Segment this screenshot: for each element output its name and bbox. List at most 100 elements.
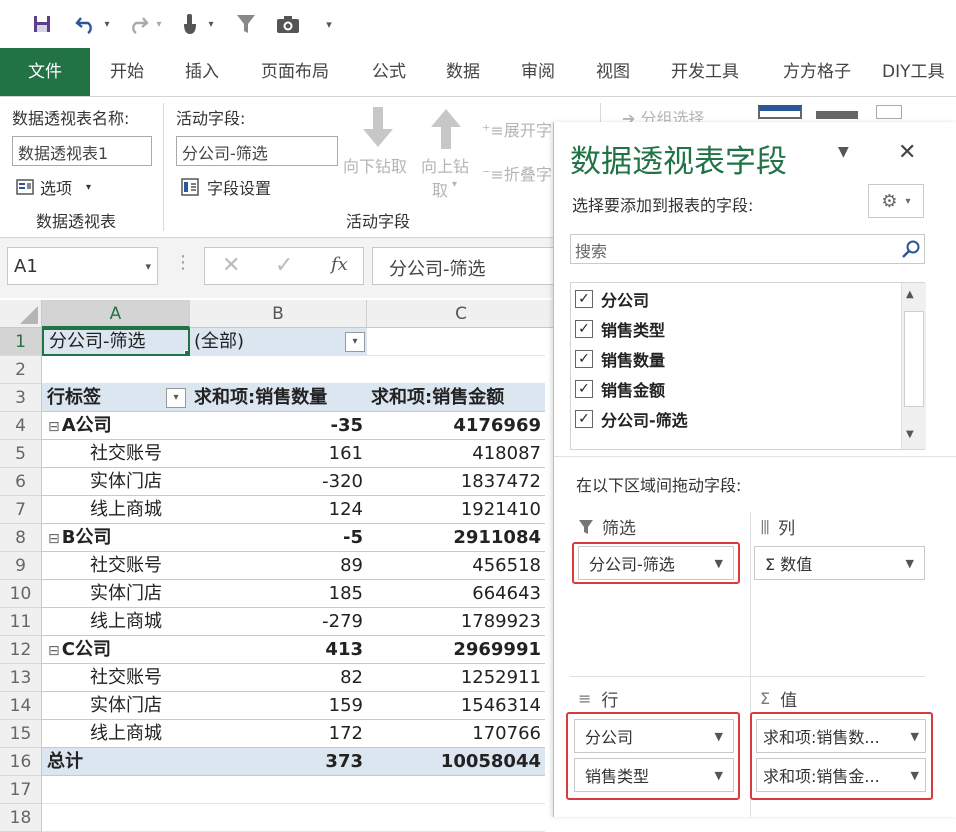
select-all-corner[interactable]	[0, 300, 42, 328]
camera-icon[interactable]	[274, 10, 302, 38]
field-item[interactable]: ✓ 销售金额	[575, 375, 665, 403]
row-header[interactable]: 15	[0, 720, 42, 748]
cell-b[interactable]: -279	[190, 608, 367, 636]
cell-c[interactable]: 1789923	[367, 608, 545, 636]
cell-c[interactable]: 1921410	[367, 496, 545, 524]
tab-file[interactable]: 文件	[0, 48, 90, 96]
row-header[interactable]: 10	[0, 580, 42, 608]
cell-a[interactable]: 行标签 ▾	[42, 384, 190, 412]
cell-a[interactable]: 社交账号	[42, 552, 190, 580]
row-item-2[interactable]: 销售类型 ▼	[574, 758, 734, 792]
pivot-name-input[interactable]: 数据透视表1	[12, 136, 152, 166]
cell-a[interactable]: ⊟ C公司	[42, 636, 190, 664]
cell-a[interactable]: 线上商城	[42, 496, 190, 524]
chevron-down-icon[interactable]: ▼	[911, 730, 919, 743]
chevron-down-icon[interactable]: ▼	[715, 557, 723, 570]
scrollbar-thumb[interactable]	[904, 311, 924, 407]
cell-c[interactable]	[367, 804, 545, 832]
field-checkbox[interactable]: ✓	[575, 380, 593, 398]
show-icon[interactable]	[876, 105, 902, 119]
field-list-scrollbar[interactable]: ▲ ▼	[901, 283, 926, 449]
pane-settings-button[interactable]: ⚙ ▾	[868, 184, 924, 218]
cell-a[interactable]	[42, 804, 190, 832]
cell-b[interactable]	[190, 804, 367, 832]
touch-mode-icon[interactable]	[176, 10, 204, 38]
cell-b[interactable]	[190, 356, 367, 384]
column-header-a[interactable]: A	[42, 300, 190, 328]
cell-a[interactable]: 实体门店	[42, 580, 190, 608]
row-header[interactable]: 17	[0, 776, 42, 804]
cell-c[interactable]: 664643	[367, 580, 545, 608]
cell-b[interactable]: 求和项:销售数量	[190, 384, 367, 412]
cell-a[interactable]: 分公司-筛选	[42, 328, 190, 356]
cell-b[interactable]: 185	[190, 580, 367, 608]
cell-c[interactable]: 求和项:销售金额	[367, 384, 545, 412]
row-labels-filter-dropdown-icon[interactable]: ▾	[166, 388, 186, 408]
chevron-down-icon[interactable]: ▼	[906, 557, 914, 570]
column-header-c[interactable]: C	[367, 300, 556, 328]
cell-b[interactable]	[190, 776, 367, 804]
column-item[interactable]: Σ 数值 ▼	[754, 546, 925, 580]
redo-dropdown-icon[interactable]: ▾	[152, 10, 166, 38]
cell-c[interactable]: 1546314	[367, 692, 545, 720]
row-header[interactable]: 11	[0, 608, 42, 636]
cell-c[interactable]	[367, 356, 545, 384]
cell-c[interactable]: 1837472	[367, 468, 545, 496]
field-search-box[interactable]: 搜索	[570, 234, 925, 264]
chevron-down-icon[interactable]: ▼	[715, 730, 723, 743]
customize-qat-icon[interactable]: ▾	[322, 10, 336, 38]
report-filter-dropdown-icon[interactable]: ▾	[345, 332, 365, 352]
search-input[interactable]: 搜索	[575, 238, 607, 262]
field-settings-button[interactable]: 字段设置	[181, 175, 271, 199]
row-header[interactable]: 16	[0, 748, 42, 776]
cell-c[interactable]: 418087	[367, 440, 545, 468]
cell-a[interactable]: 线上商城	[42, 608, 190, 636]
tab-diy-tools[interactable]: DIY工具	[882, 48, 956, 96]
tab-review[interactable]: 审阅	[509, 48, 567, 96]
options-button[interactable]: 选项 ▾	[16, 175, 91, 199]
tab-view[interactable]: 视图	[584, 48, 642, 96]
row-item-1[interactable]: 分公司 ▼	[574, 719, 734, 753]
row-header[interactable]: 5	[0, 440, 42, 468]
cell-b[interactable]: -5	[190, 524, 367, 552]
cell-a[interactable]: ⊟ B公司	[42, 524, 190, 552]
value-item-2[interactable]: 求和项:销售金... ▼	[756, 758, 926, 792]
row-header[interactable]: 1	[0, 328, 42, 356]
cell-b[interactable]: 89	[190, 552, 367, 580]
filter-item[interactable]: 分公司-筛选 ▼	[578, 546, 734, 580]
tab-fangfang[interactable]: 方方格子	[770, 48, 864, 96]
undo-dropdown-icon[interactable]: ▾	[100, 10, 114, 38]
field-checkbox[interactable]: ✓	[575, 290, 593, 308]
scroll-down-icon[interactable]: ▼	[906, 429, 914, 440]
tab-page-layout[interactable]: 页面布局	[250, 48, 340, 96]
cell-c[interactable]: 10058044	[367, 748, 545, 776]
cell-c[interactable]: 2969991	[367, 636, 545, 664]
cell-c[interactable]: 2911084	[367, 524, 545, 552]
drill-up-label[interactable]: 向上钻	[421, 153, 469, 177]
cell-c[interactable]: 456518	[367, 552, 545, 580]
scroll-up-icon[interactable]: ▲	[906, 289, 914, 300]
cell-a[interactable]: 实体门店	[42, 468, 190, 496]
collapse-toggle-icon[interactable]: ⊟	[48, 419, 60, 435]
tab-developer[interactable]: 开发工具	[660, 48, 750, 96]
recommended-icon[interactable]	[816, 111, 858, 119]
field-item[interactable]: ✓ 销售类型	[575, 315, 665, 343]
cell-b[interactable]: (全部) ▾	[190, 328, 367, 356]
name-box[interactable]: A1 ▾	[7, 247, 158, 285]
value-item-1[interactable]: 求和项:销售数... ▼	[756, 719, 926, 753]
close-icon[interactable]: ✕	[898, 140, 916, 165]
name-box-dropdown-icon[interactable]: ▾	[145, 260, 151, 273]
cell-b[interactable]: 373	[190, 748, 367, 776]
cell-b[interactable]: 124	[190, 496, 367, 524]
row-header[interactable]: 7	[0, 496, 42, 524]
row-header[interactable]: 14	[0, 692, 42, 720]
cell-b[interactable]: -35	[190, 412, 367, 440]
cell-c[interactable]: 170766	[367, 720, 545, 748]
cell-c[interactable]	[367, 328, 545, 356]
pivotchart-icon[interactable]	[758, 105, 802, 119]
drill-down-label[interactable]: 向下钻取	[343, 153, 407, 177]
cell-c[interactable]: 1252911	[367, 664, 545, 692]
tab-data[interactable]: 数据	[434, 48, 492, 96]
insert-function-icon[interactable]: fx	[331, 254, 348, 275]
row-header[interactable]: 6	[0, 468, 42, 496]
